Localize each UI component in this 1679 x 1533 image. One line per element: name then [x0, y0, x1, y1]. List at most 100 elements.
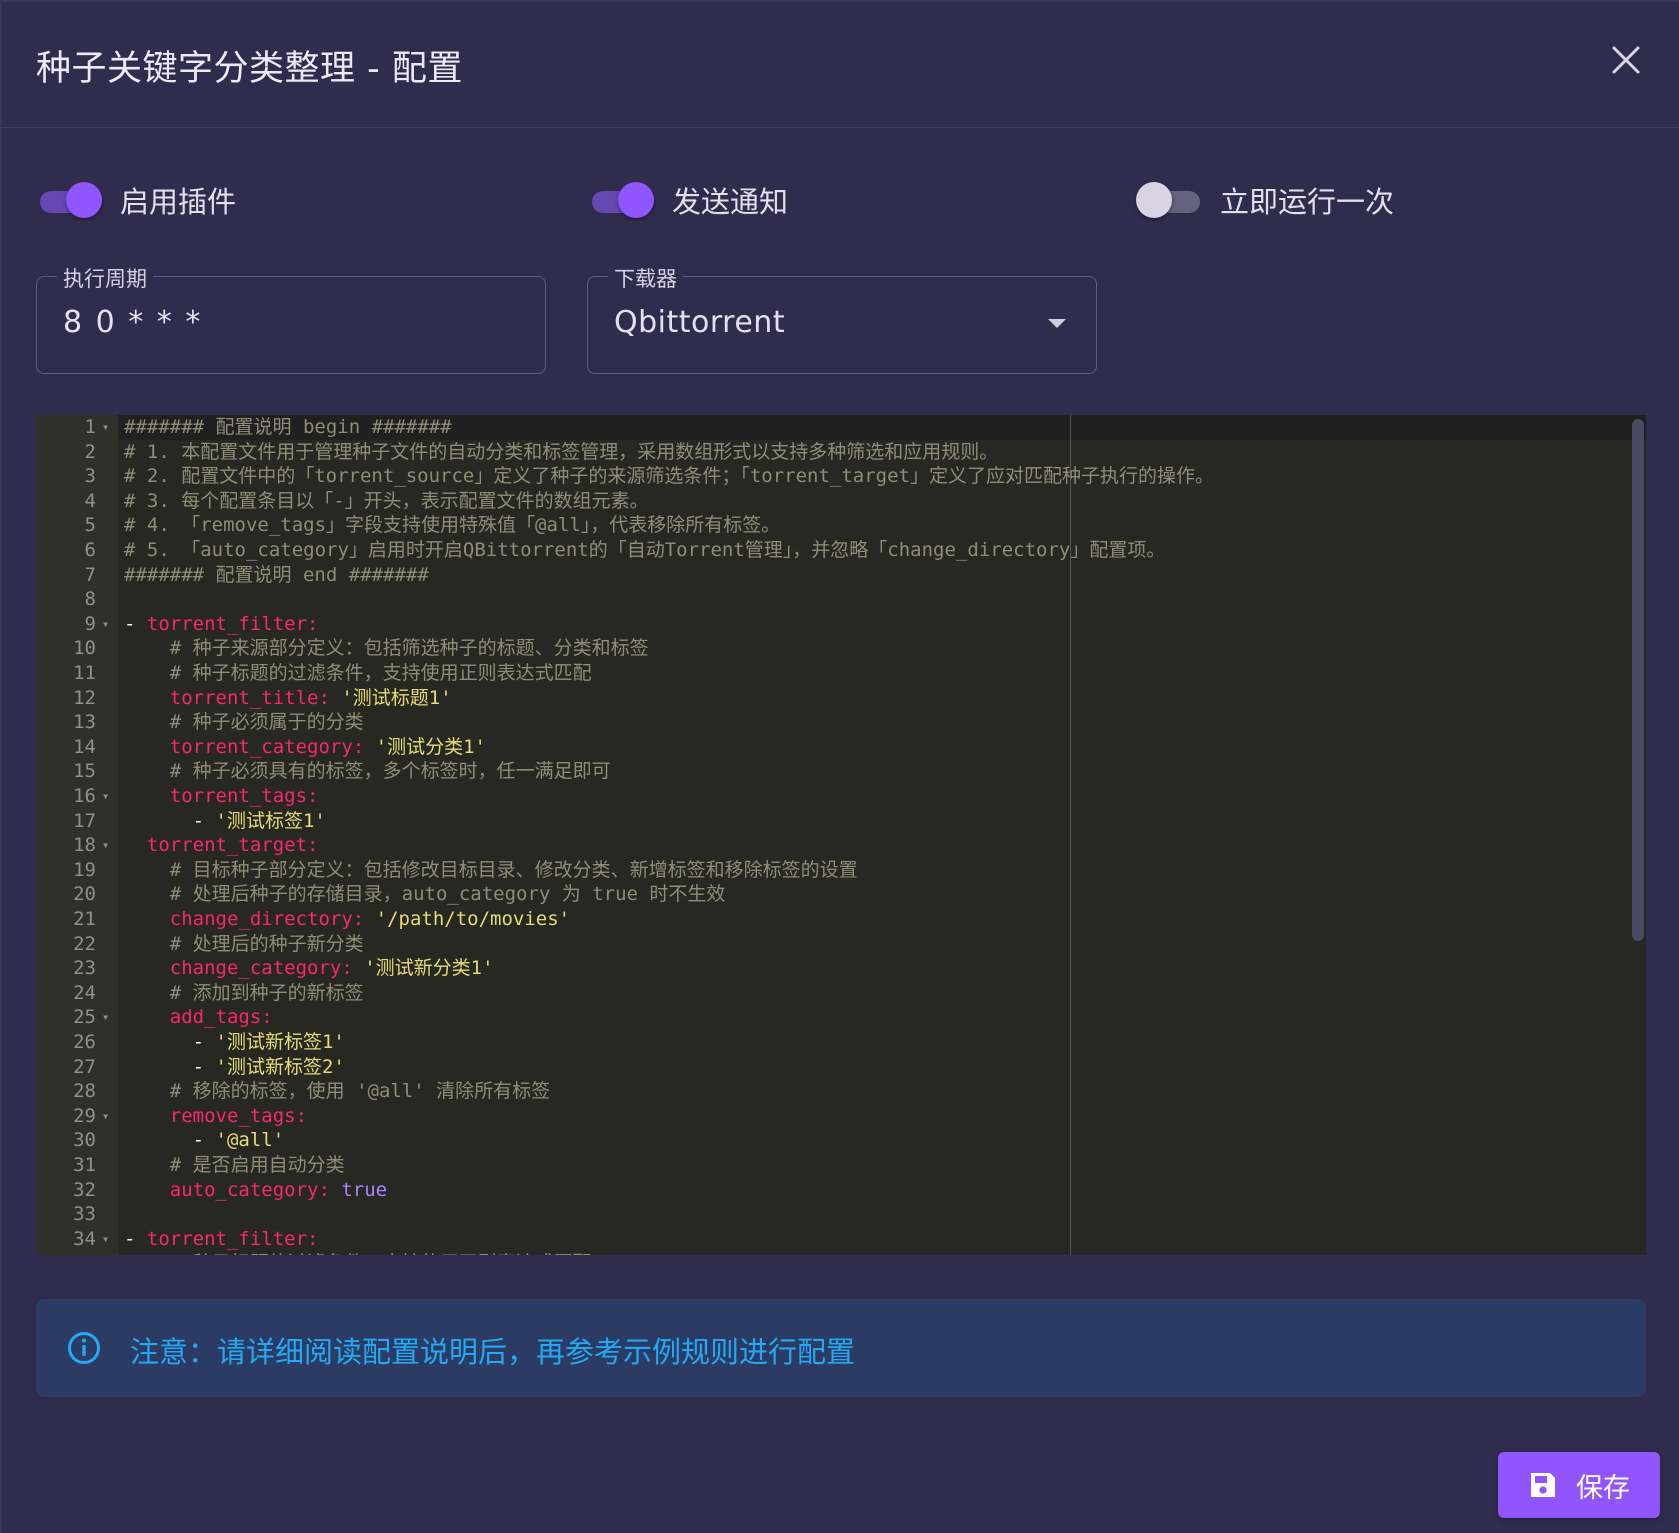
code-text: - '测试标签1' [124, 809, 326, 834]
line-number: 20 [73, 883, 96, 906]
fold-toggle-icon[interactable]: ▾ [102, 1005, 109, 1030]
line-number: 33 [73, 1203, 96, 1226]
fold-toggle-icon[interactable]: ▾ [102, 415, 109, 440]
line-number: 18 [73, 834, 96, 857]
chevron-down-icon[interactable] [1048, 319, 1066, 328]
code-token: '@all' [215, 1129, 285, 1152]
save-button[interactable]: 保存 [1498, 1452, 1660, 1518]
code-text: # 添加到种子的新标签 [124, 981, 364, 1006]
code-text: remove_tags: [124, 1104, 307, 1129]
code-text: torrent_target: [124, 833, 319, 858]
fold-toggle-icon[interactable]: ▾ [102, 612, 109, 637]
code-token: # 2. 配置文件中的「torrent_source」定义了种子的来源筛选条件；… [124, 465, 1214, 488]
code-line: 31 # 是否启用自动分类 [36, 1153, 1646, 1178]
code-line: 29 ▾ remove_tags: [36, 1104, 1646, 1129]
code-token: - [124, 1129, 216, 1152]
code-token: # 3. 每个配置条目以「-」开头，表示配置文件的数组元素。 [124, 489, 649, 512]
save-icon [1531, 1473, 1555, 1497]
line-number: 5 [84, 514, 96, 537]
send-notification-toggle-row: 发送通知 [588, 176, 788, 224]
code-token: # 处理后的种子新分类 [124, 932, 364, 955]
code-token: add_tags: [124, 1006, 273, 1029]
code-line: 3 # 2. 配置文件中的「torrent_source」定义了种子的来源筛选条件… [36, 464, 1646, 489]
code-token: # 添加到种子的新标签 [124, 981, 364, 1004]
code-token: # 处理后种子的存储目录，auto_category 为 true 时不生效 [124, 883, 726, 906]
line-number: 24 [73, 981, 96, 1004]
code-line: 18 ▾ torrent_target: [36, 833, 1646, 858]
fold-toggle-icon[interactable]: ▾ [102, 833, 109, 858]
run-once-toggle-row: 立即运行一次 [1136, 176, 1394, 224]
editor-scrollbar[interactable] [1632, 419, 1644, 941]
code-text: # 种子必须属于的分类 [124, 710, 364, 735]
info-alert: 注意：请详细阅读配置说明后，再参考示例规则进行配置 [36, 1299, 1646, 1397]
code-token: # 1. 本配置文件用于管理种子文件的自动分类和标签管理，采用数组形式以支持多种… [124, 440, 999, 463]
code-line: 12 torrent_title: '测试标题1' [36, 686, 1646, 711]
code-token: # 4. 「remove_tags」字段支持使用特殊值「@all」，代表移除所有… [124, 514, 781, 537]
code-text: # 2. 配置文件中的「torrent_source」定义了种子的来源筛选条件；… [124, 464, 1214, 489]
code-line: 24 # 添加到种子的新标签 [36, 981, 1646, 1006]
code-line: 26 - '测试新标签1' [36, 1030, 1646, 1055]
code-line: 35 # 种子标题的过滤条件，支持使用正则表达式匹配 [36, 1251, 1646, 1255]
code-token: # 5. 「auto_category」启用时开启QBittorrent的「自动… [124, 539, 1166, 561]
line-number: 4 [84, 489, 96, 512]
fold-toggle-icon[interactable]: ▾ [102, 1227, 109, 1252]
code-line: 32 auto_category: true [36, 1178, 1646, 1203]
code-line: 25 ▾ add_tags: [36, 1005, 1646, 1030]
line-number: 26 [73, 1031, 96, 1053]
code-line: 8 [36, 587, 1646, 612]
send-notification-switch[interactable] [588, 180, 656, 220]
code-token: torrent_filter: [146, 1227, 319, 1250]
code-text: auto_category: true [124, 1178, 387, 1203]
code-text: # 目标种子部分定义：包括修改目标目录、修改分类、新增标签和移除标签的设置 [124, 858, 858, 883]
code-text: # 是否启用自动分类 [124, 1153, 345, 1178]
code-token: change_category: [124, 957, 353, 980]
line-number: 32 [73, 1178, 96, 1201]
cron-field[interactable]: 执行周期 8 0 * * * [36, 263, 546, 374]
enable-plugin-switch[interactable] [36, 180, 104, 220]
code-line: 34 ▾ - torrent_filter: [36, 1227, 1646, 1252]
code-text: # 1. 本配置文件用于管理种子文件的自动分类和标签管理，采用数组形式以支持多种… [124, 440, 998, 465]
code-text: # 种子必须具有的标签，多个标签时，任一满足即可 [124, 759, 611, 784]
code-text: # 种子标题的过滤条件，支持使用正则表达式匹配 [124, 661, 592, 686]
code-token: '/path/to/movies' [364, 908, 571, 930]
line-number: 1 [84, 416, 96, 438]
code-line: 6 # 5. 「auto_category」启用时开启QBittorrent的「自… [36, 538, 1646, 563]
line-number: 13 [73, 711, 96, 734]
cron-input[interactable]: 8 0 * * * [63, 305, 202, 340]
code-text: # 处理后种子的存储目录，auto_category 为 true 时不生效 [124, 882, 726, 907]
code-text: torrent_title: '测试标题1' [124, 686, 452, 711]
yaml-code-editor[interactable]: 1 ▾ ####### 配置说明 begin ####### 2 # 1. 本配置文件用… [36, 415, 1646, 1255]
code-line: 10 # 种子来源部分定义：包括筛选种子的标题、分类和标签 [36, 636, 1646, 661]
fold-toggle-icon[interactable]: ▾ [102, 1104, 109, 1129]
save-button-label: 保存 [1576, 1472, 1630, 1504]
line-number: 31 [73, 1154, 96, 1176]
line-number: 27 [73, 1055, 96, 1078]
code-text: - torrent_filter: [124, 1227, 318, 1252]
code-token: torrent_target: [124, 834, 319, 857]
line-number: 25 [73, 1006, 96, 1029]
fold-toggle-icon[interactable]: ▾ [102, 784, 109, 809]
downloader-select[interactable]: 下载器 Qbittorrent [587, 263, 1097, 374]
enable-plugin-toggle-row: 启用插件 [36, 176, 236, 224]
line-number: 28 [73, 1080, 96, 1103]
code-text: ####### 配置说明 end ####### [124, 563, 429, 588]
code-text: # 种子标题的过滤条件，支持使用正则表达式匹配 [124, 1251, 592, 1255]
code-token: - [124, 1055, 216, 1078]
send-notification-label: 发送通知 [672, 185, 789, 219]
code-line: 17 - '测试标签1' [36, 809, 1646, 834]
downloader-select-label: 下载器 [608, 263, 683, 293]
code-token: # 是否启用自动分类 [124, 1154, 345, 1176]
code-text: add_tags: [124, 1005, 273, 1030]
code-line: 4 # 3. 每个配置条目以「-」开头，表示配置文件的数组元素。 [36, 489, 1646, 514]
code-line: 22 # 处理后的种子新分类 [36, 932, 1646, 957]
code-token: true [329, 1178, 388, 1201]
run-once-switch[interactable] [1136, 180, 1204, 220]
line-number: 2 [84, 440, 96, 463]
line-number: 10 [73, 637, 96, 660]
code-token: change_directory: [124, 908, 365, 930]
close-icon[interactable] [1604, 38, 1648, 82]
code-line: 5 # 4. 「remove_tags」字段支持使用特殊值「@all」，代表移除所… [36, 513, 1646, 538]
line-number: 17 [73, 809, 96, 832]
run-once-label: 立即运行一次 [1220, 185, 1395, 219]
line-number: 21 [73, 908, 96, 930]
